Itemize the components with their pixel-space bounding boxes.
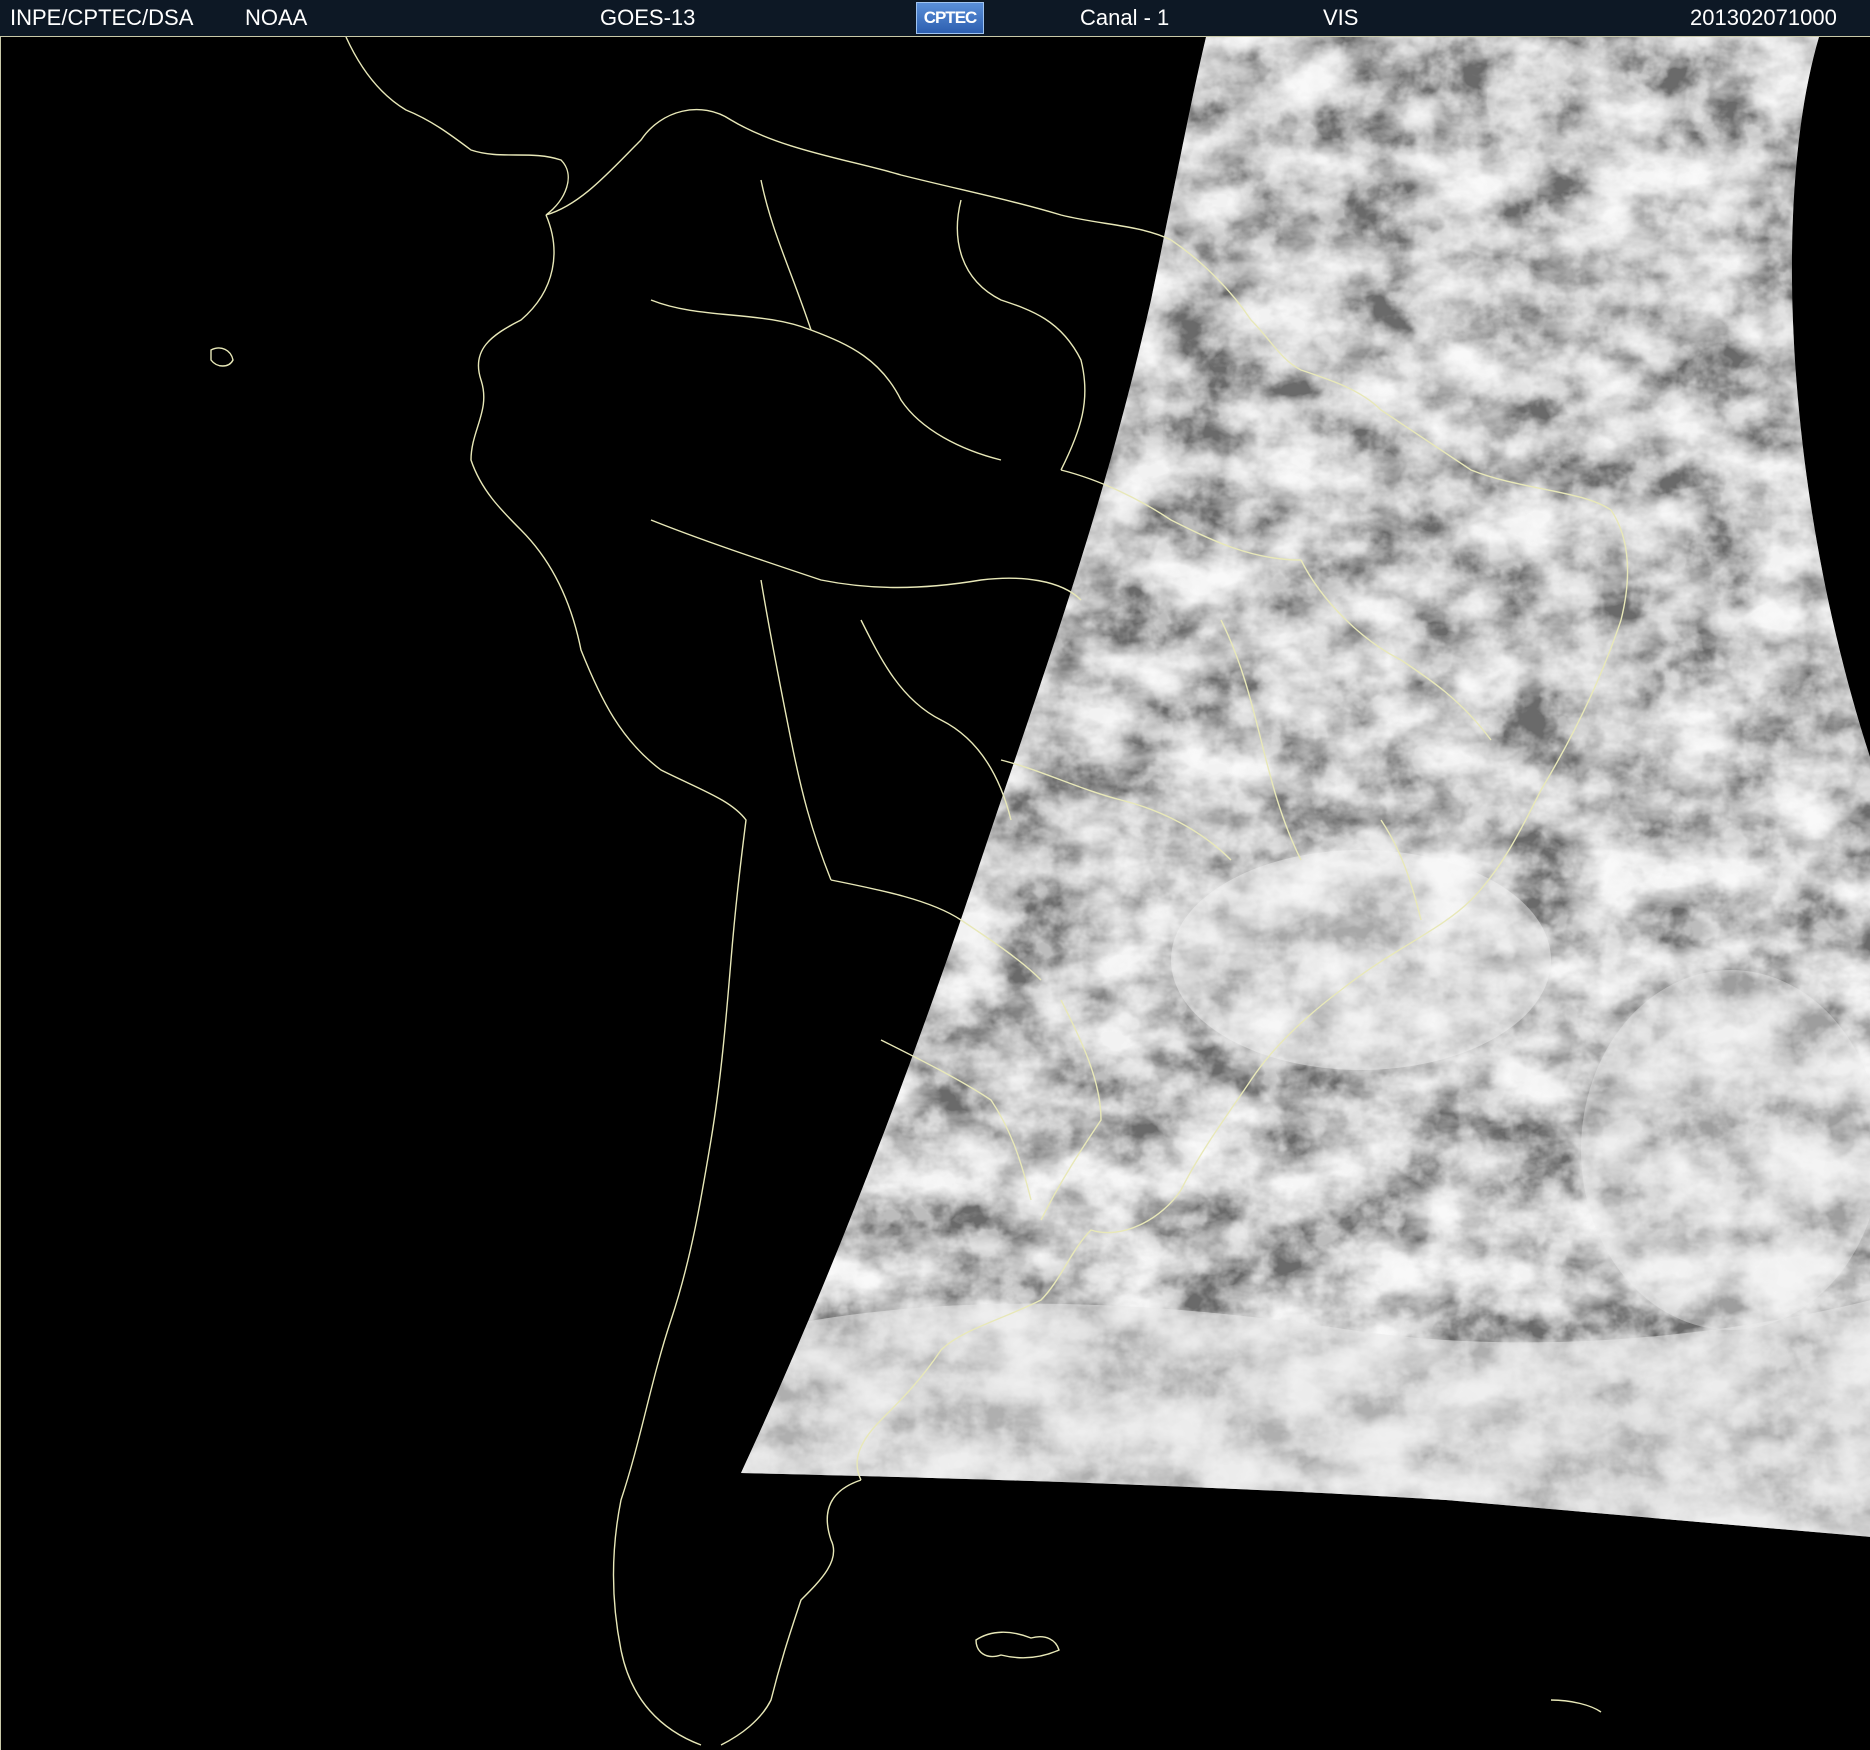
satellite-label: GOES-13 — [600, 5, 696, 30]
agency-label: INPE/CPTEC/DSA — [10, 5, 194, 30]
channel-label: Canal - 1 — [1080, 5, 1170, 30]
satellite-map-svg — [210, 37, 1870, 1746]
band-label: VIS — [1323, 5, 1359, 30]
satellite-scan-area — [741, 37, 1870, 1537]
satellite-map — [0, 37, 1870, 1750]
cptec-logo: CPTEC — [916, 2, 984, 34]
timestamp-label: 201302071000 — [1690, 5, 1837, 30]
image-header: INPE/CPTEC/DSA NOAA GOES-13 CPTEC Canal … — [0, 0, 1870, 37]
source-label: NOAA — [245, 5, 308, 30]
